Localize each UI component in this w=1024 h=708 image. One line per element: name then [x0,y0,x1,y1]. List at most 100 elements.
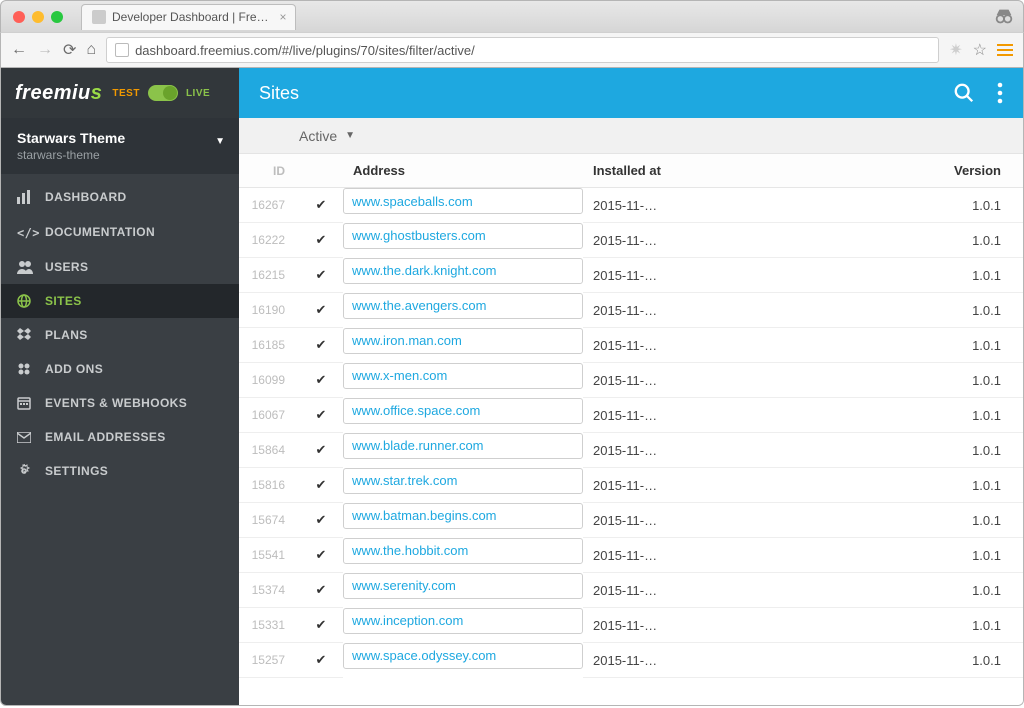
env-toggle[interactable] [148,85,178,101]
check-icon: ✔ [299,573,343,608]
cell-id: 16099 [239,363,299,398]
cell-version: 1.0.1 [673,223,1023,258]
table-row[interactable]: 15374✔www.serenity.com2015-11-19 09:13:3… [239,573,1023,608]
site-link[interactable]: www.blade.runner.com [352,438,484,453]
cell-version: 1.0.1 [673,643,1023,678]
table-row[interactable]: 16185✔www.iron.man.com2015-11-25 08:40:2… [239,328,1023,363]
check-icon: ✔ [299,538,343,573]
sidebar-item-plans[interactable]: PLANS [1,318,239,352]
cell-installed-at: 2015-11-25 14:22:20 [583,223,673,258]
site-link[interactable]: www.the.hobbit.com [352,543,468,558]
cell-version: 1.0.1 [673,503,1023,538]
mail-icon [17,432,33,443]
table-row[interactable]: 15816✔www.star.trek.com2015-11-22 18:47:… [239,468,1023,503]
bookmark-icon[interactable]: ☆ [973,40,987,60]
table-row[interactable]: 15674✔www.batman.begins.com2015-11-21 11… [239,503,1023,538]
browser-tab[interactable]: Developer Dashboard | Fre… × [81,4,296,30]
table-row[interactable]: 16099✔www.x-men.com2015-11-24 17:21:181.… [239,363,1023,398]
sidebar-item-users[interactable]: USERS [1,250,239,284]
cell-id: 16215 [239,258,299,293]
cell-installed-at: 2015-11-25 21:05:00 [583,188,673,223]
table-row[interactable]: 16067✔www.office.space.com2015-11-24 13:… [239,398,1023,433]
cell-id: 15674 [239,503,299,538]
product-selector[interactable]: Starwars Theme starwars-theme ▼ [1,118,239,174]
minimize-window-button[interactable] [32,11,44,23]
zoom-window-button[interactable] [51,11,63,23]
site-link[interactable]: www.iron.man.com [352,333,462,348]
site-link[interactable]: www.office.space.com [352,403,480,418]
table-row[interactable]: 16222✔www.ghostbusters.com2015-11-25 14:… [239,223,1023,258]
table-row[interactable]: 16267✔www.spaceballs.com2015-11-25 21:05… [239,188,1023,223]
table-row[interactable]: 15864✔www.blade.runner.com2015-11-23 04:… [239,433,1023,468]
cell-id: 16185 [239,328,299,363]
site-link[interactable]: www.inception.com [352,613,463,628]
sidebar-item-dashboard[interactable]: DASHBOARD [1,180,239,214]
home-button[interactable]: ⌂ [86,41,96,59]
reload-button[interactable]: ⟳ [63,40,76,60]
product-slug: starwars-theme [17,148,223,162]
sidebar-item-email-addresses[interactable]: EMAIL ADDRESSES [1,420,239,454]
sites-table: ID Address Installed at Version 16267✔ww… [239,154,1023,678]
chevron-down-icon: ▼ [345,130,355,141]
sidebar-item-documentation[interactable]: </>DOCUMENTATION [1,214,239,250]
table-row[interactable]: 16190✔www.the.avengers.com2015-11-25 09:… [239,293,1023,328]
table-row[interactable]: 15331✔www.inception.com2015-11-18 23:54:… [239,608,1023,643]
site-link[interactable]: www.the.dark.knight.com [352,263,497,278]
sidebar-item-label: DOCUMENTATION [45,225,155,239]
check-icon: ✔ [299,258,343,293]
col-installed-at[interactable]: Installed at [583,154,673,188]
site-link[interactable]: www.batman.begins.com [352,508,497,523]
address-bar[interactable]: dashboard.freemius.com/#/live/plugins/70… [106,37,939,63]
forward-button[interactable]: → [37,41,53,59]
site-link[interactable]: www.x-men.com [352,368,447,383]
filter-bar[interactable]: Active ▼ [239,118,1023,154]
col-version[interactable]: Version [673,154,1023,188]
col-address[interactable]: Address [343,154,583,188]
close-window-button[interactable] [13,11,25,23]
site-link[interactable]: www.space.odyssey.com [352,648,496,663]
table-row[interactable]: 15257✔www.space.odyssey.com2015-11-18 13… [239,643,1023,678]
check-icon: ✔ [299,503,343,538]
cell-address: www.x-men.com [343,363,583,389]
search-icon[interactable] [953,82,975,104]
check-icon: ✔ [299,223,343,258]
extension-icon[interactable]: ✷ [949,40,962,60]
table-row[interactable]: 15541✔www.the.hobbit.com2015-11-20 09:05… [239,538,1023,573]
sidebar-item-label: SITES [45,294,82,308]
cell-address: www.iron.man.com [343,328,583,354]
sidebar-item-events-webhooks[interactable]: EVENTS & WEBHOOKS [1,386,239,420]
table-row[interactable]: 16215✔ www.the.dark.knight.com 2015-11-25 … [239,258,1023,293]
browser-toolbar: ← → ⟳ ⌂ dashboard.freemius.com/#/live/pl… [0,32,1024,68]
filter-label: Active [299,128,337,144]
sidebar-item-label: PLANS [45,328,88,342]
site-link[interactable]: www.star.trek.com [352,473,457,488]
window-controls [13,11,63,23]
cell-version: 1.0.1 [673,363,1023,398]
logo: freemius [15,82,102,105]
cell-installed-at: 2015-11-25 12:59:35 [583,258,673,293]
bar-chart-icon [17,190,33,204]
sidebar-item-label: DASHBOARD [45,190,127,204]
site-link[interactable]: www.ghostbusters.com [352,228,486,243]
site-link[interactable]: www.the.avengers.com [352,298,486,313]
sidebar-item-add-ons[interactable]: ADD ONS [1,352,239,386]
cell-version: 1.0.1 [673,188,1023,223]
col-status [299,154,343,188]
check-icon: ✔ [299,468,343,503]
more-icon[interactable] [997,82,1003,104]
sidebar-item-settings[interactable]: SETTINGS [1,454,239,488]
check-icon: ✔ [299,293,343,328]
col-id[interactable]: ID [239,154,299,188]
chrome-menu-button[interactable] [997,41,1013,59]
close-tab-icon[interactable]: × [280,10,287,24]
cell-id: 15331 [239,608,299,643]
site-link[interactable]: www.serenity.com [352,578,456,593]
sidebar-item-label: SETTINGS [45,464,108,478]
table-scroll[interactable]: ID Address Installed at Version 16267✔ww… [239,154,1023,705]
env-test-label: TEST [112,88,140,99]
cell-id: 15541 [239,538,299,573]
site-link[interactable]: www.spaceballs.com [352,194,473,209]
sidebar-item-sites[interactable]: SITES [1,284,239,318]
back-button[interactable]: ← [11,41,27,59]
cell-version: 1.0.1 [673,398,1023,433]
